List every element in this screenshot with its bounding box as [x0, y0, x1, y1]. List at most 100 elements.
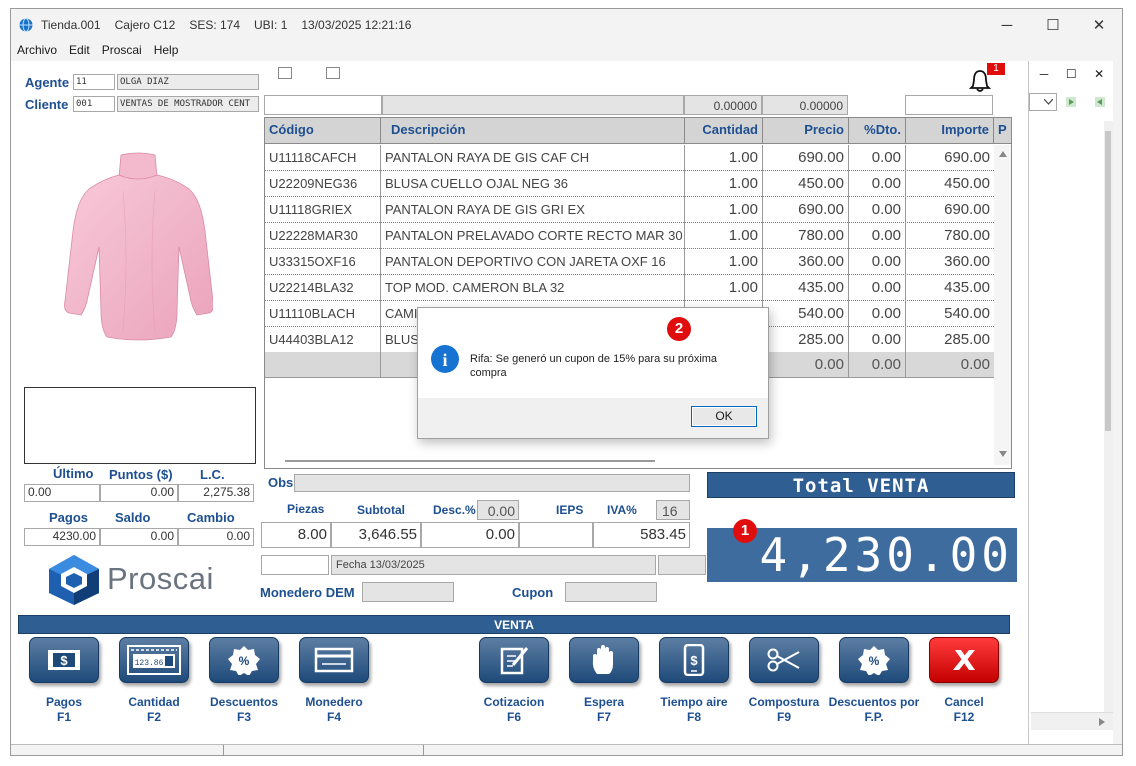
child-dropdown[interactable]	[1029, 93, 1057, 111]
total-venta-label: Total VENTA	[707, 472, 1015, 498]
entry-importe-input[interactable]	[905, 95, 993, 115]
pagos-button[interactable]: $	[29, 637, 99, 683]
dialog-message: Rifa: Se generó un cupon de 15% para su …	[470, 353, 718, 379]
cambio-label: Cambio	[187, 510, 235, 525]
cell-codigo: U33315OXF16	[265, 249, 381, 275]
col-dto[interactable]: %Dto.	[849, 118, 906, 144]
cancel-button[interactable]	[929, 637, 999, 683]
fecha-aux-input[interactable]	[261, 555, 329, 575]
table-row[interactable]: U22228MAR30 PANTALON PRELAVADO CORTE RECT…	[265, 223, 994, 249]
cantidad-label-text: Cantidad	[128, 695, 180, 709]
scroll-down-icon[interactable]	[999, 451, 1007, 457]
notes-box[interactable]	[24, 387, 256, 464]
iva-pct-field[interactable]: 16	[656, 500, 690, 520]
cotizacion-button[interactable]	[479, 637, 549, 683]
cell-cantidad: 1.00	[685, 145, 763, 171]
window-title: Tienda.001 Cajero C12 SES: 174 UBI: 1 13/03/…	[41, 18, 425, 32]
espera-button[interactable]	[569, 637, 639, 683]
product-image	[64, 152, 213, 341]
nav-next-icon[interactable]	[1066, 97, 1076, 107]
table-row[interactable]: U11118GRIEX PANTALON RAYA DE GIS GRI EX 1.…	[265, 197, 994, 223]
cantidad-button[interactable]: 123.86	[119, 637, 189, 683]
minimize-button[interactable]: ─	[984, 9, 1030, 41]
col-p[interactable]: P	[994, 118, 1011, 144]
maximize-button[interactable]: ☐	[1030, 9, 1076, 41]
ok-button[interactable]: OK	[691, 406, 757, 427]
cell-codigo: U22228MAR30	[265, 223, 381, 249]
iva-value: 583.45	[593, 522, 690, 548]
child-minimize-button[interactable]: ─	[1040, 67, 1049, 87]
grid-hscrollbar[interactable]	[285, 460, 655, 462]
nav-prev-icon[interactable]	[1095, 97, 1105, 107]
cantidad-label: Cantidad F2	[104, 695, 204, 725]
title-datetime: 13/03/2025 12:21:16	[301, 18, 412, 32]
svg-text:123.86: 123.86	[135, 659, 164, 668]
close-button[interactable]: ✕	[1076, 9, 1122, 41]
obs-field[interactable]	[294, 474, 690, 492]
agente-code-field[interactable]: 11	[73, 74, 115, 90]
espera-label: Espera F7	[554, 695, 654, 725]
col-descripcion[interactable]: Descripción	[381, 118, 685, 144]
puntos-value: 0.00	[100, 484, 178, 502]
hand-stop-icon	[592, 645, 613, 674]
menu-help[interactable]: Help	[148, 41, 185, 61]
col-precio[interactable]: Precio	[763, 118, 849, 144]
col-cantidad[interactable]: Cantidad	[685, 118, 763, 144]
compostura-button[interactable]	[749, 637, 819, 683]
child-close-button[interactable]: ✕	[1094, 67, 1104, 87]
pagos-value: 4230.00	[24, 528, 100, 546]
scroll-right-icon[interactable]	[1099, 718, 1105, 726]
title-cashier: Cajero C12	[114, 18, 176, 32]
descuentos-fp-button[interactable]: %	[839, 637, 909, 683]
svg-text:$: $	[690, 653, 698, 668]
espera-key-text: F7	[596, 710, 611, 724]
child-maximize-button[interactable]: ☐	[1066, 67, 1077, 87]
menu-edit[interactable]: Edit	[63, 41, 96, 61]
code-entry-input[interactable]	[264, 95, 382, 115]
col-codigo[interactable]: Código	[265, 118, 381, 144]
menu-bar: Archivo Edit Proscai Help	[11, 41, 1122, 61]
total-annotation-badge: 1	[733, 519, 757, 543]
cliente-name-field: VENTAS DE MOSTRADOR CENT	[117, 96, 259, 112]
cell-codigo: U11118CAFCH	[265, 145, 381, 171]
cliente-code-field[interactable]: 001	[73, 96, 115, 112]
table-row[interactable]: U11118CAFCH PANTALON RAYA DE GIS CAF CH 1.…	[265, 145, 994, 171]
cotizacion-key-text: F6	[506, 710, 521, 724]
tiempo-aire-button[interactable]: $	[659, 637, 729, 683]
child-window-controls: ─ ☐ ✕	[1031, 67, 1113, 87]
checkbox-1[interactable]	[278, 67, 292, 79]
desc-value: 0.00	[421, 522, 519, 548]
footer-dto: 0.00	[849, 352, 906, 378]
descuentos-button[interactable]: %	[209, 637, 279, 683]
checkbox-2[interactable]	[326, 67, 340, 79]
cell-cantidad: 1.00	[685, 249, 763, 275]
phone-recharge-icon: $	[683, 644, 705, 676]
title-bar: Tienda.001 Cajero C12 SES: 174 UBI: 1 13/03/…	[11, 9, 1122, 41]
menu-proscai[interactable]: Proscai	[96, 41, 148, 61]
cancel-label-text: Cancel	[944, 695, 984, 709]
descuentos-fp-key-text: F.P.	[864, 710, 884, 724]
cell-importe: 360.00	[944, 253, 990, 270]
tiempo-aire-label-text: Tiempo aire	[660, 695, 728, 709]
table-row[interactable]: U22209NEG36 BLUSA CUELLO OJAL NEG 36 1.00 4…	[265, 171, 994, 197]
puntos-label: Puntos ($)	[109, 467, 173, 482]
child-hscrollbar[interactable]	[1031, 712, 1113, 730]
child-scrollbar[interactable]	[1104, 121, 1113, 721]
fecha-extra-field	[658, 555, 706, 575]
monedero-field[interactable]	[362, 582, 454, 602]
table-row[interactable]: U22214BLA32 TOP MOD. CAMERON BLA 32 1.00 43…	[265, 275, 994, 301]
grid-vscrollbar[interactable]	[994, 145, 1011, 465]
pagos-label-text: Pagos	[45, 695, 82, 709]
monedero-label: Monedero F4	[284, 695, 384, 725]
cupon-field[interactable]	[565, 582, 657, 602]
monedero-button[interactable]	[299, 637, 369, 683]
scroll-up-icon[interactable]	[999, 151, 1007, 157]
cell-dto: 0.00	[849, 249, 906, 275]
cell-importe: 540.00	[944, 305, 990, 322]
menu-archivo[interactable]: Archivo	[11, 41, 63, 61]
descuentos-label-text: Descuentos	[209, 695, 279, 709]
lc-value: 2,275.38	[178, 484, 254, 502]
col-importe[interactable]: Importe	[906, 118, 994, 144]
desc-pct-field[interactable]: 0.00	[477, 500, 519, 520]
table-row[interactable]: U33315OXF16 PANTALON DEPORTIVO CON JARETA…	[265, 249, 994, 275]
